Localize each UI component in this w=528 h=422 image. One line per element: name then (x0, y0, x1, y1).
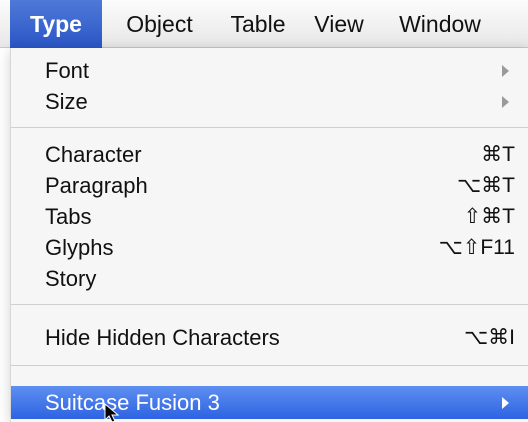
menu-item-glyphs[interactable]: Glyphs ⌥⇧F11 (11, 231, 528, 264)
menu-item-font[interactable]: Font (11, 54, 528, 87)
menu-item-shortcut: ⌥⇧F11 (438, 236, 515, 259)
chevron-right-icon (502, 64, 509, 77)
screen: Type Object Table View Window Font Size … (0, 0, 528, 422)
menu-item-shortcut: ⌘T (481, 143, 515, 166)
menu-separator (11, 365, 528, 366)
menu-bar: Type Object Table View Window (0, 0, 528, 48)
menu-item-paragraph[interactable]: Paragraph ⌥⌘T (11, 169, 528, 202)
menu-view[interactable]: View (304, 0, 374, 48)
chevron-right-icon (502, 95, 509, 108)
menu-item-story[interactable]: Story (11, 262, 528, 295)
menu-object[interactable]: Object (112, 0, 207, 48)
menu-item-label: Story (45, 265, 97, 291)
menu-item-label: Font (45, 57, 90, 83)
menu-item-suitcase-fusion-3[interactable]: Suitcase Fusion 3 (11, 386, 528, 419)
menu-item-label: Size (45, 88, 88, 114)
menu-separator (11, 304, 528, 305)
menu-window[interactable]: Window (382, 0, 498, 48)
type-menu-dropdown: Font Size Character ⌘T Paragraph ⌥⌘T Tab… (10, 48, 528, 422)
menu-item-label: Hide Hidden Characters (45, 324, 280, 350)
chevron-right-icon (502, 396, 509, 409)
menu-item-label: Glyphs (45, 234, 114, 260)
menu-item-shortcut: ⇧⌘T (463, 205, 515, 228)
menu-item-shortcut: ⌥⌘I (463, 326, 515, 349)
menu-item-label: Character (45, 141, 142, 167)
menu-item-character[interactable]: Character ⌘T (11, 138, 528, 171)
menu-item-tabs[interactable]: Tabs ⇧⌘T (11, 200, 528, 233)
menu-item-hide-hidden-characters[interactable]: Hide Hidden Characters ⌥⌘I (11, 321, 528, 354)
pointer-cursor-icon (104, 403, 120, 422)
menu-item-label: Suitcase Fusion 3 (45, 389, 220, 415)
menu-item-label: Tabs (45, 203, 92, 229)
menu-item-label: Paragraph (45, 172, 148, 198)
menu-separator (11, 127, 528, 128)
menu-item-size[interactable]: Size (11, 85, 528, 118)
menu-item-shortcut: ⌥⌘T (456, 174, 515, 197)
menu-type[interactable]: Type (10, 0, 102, 48)
menu-table[interactable]: Table (218, 0, 298, 48)
